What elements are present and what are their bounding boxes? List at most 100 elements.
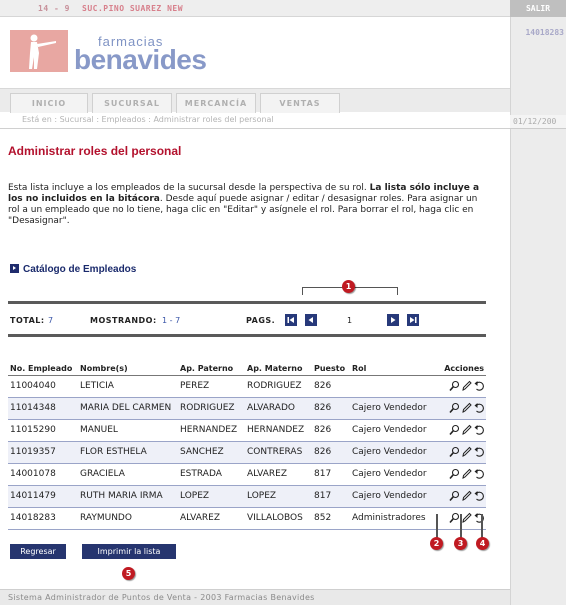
unassign-icon[interactable] <box>473 424 484 436</box>
cell-maternal: ALVARADO <box>245 397 312 420</box>
footer: Sistema Administrador de Puntos de Venta… <box>0 589 510 605</box>
divider-bottom <box>8 334 486 337</box>
table-row: 11019357 FLOR ESTHELA SANCHEZ CONTRERAS 826 C… <box>8 441 486 464</box>
callout-badge-1: 1 <box>342 280 355 293</box>
cell-paternal: ALVAREZ <box>178 507 245 530</box>
table-row: 14001078 GRACIELA ESTRADA ALVAREZ 817 Cajero … <box>8 463 486 486</box>
cell-paternal: ESTRADA <box>178 463 245 486</box>
cell-employee-num: 14011479 <box>8 485 78 508</box>
cell-role: Cajero Vendedor <box>350 419 430 442</box>
cell-maternal: LOPEZ <box>245 485 312 508</box>
callout-badge-5: 5 <box>122 567 135 580</box>
cell-paternal: LOPEZ <box>178 485 245 508</box>
top-bar: 14 - 9 SUC.PINO SUAREZ NEW SALIR <box>0 0 566 17</box>
view-icon[interactable] <box>449 380 460 392</box>
last-page-button[interactable] <box>407 314 419 326</box>
edit-icon[interactable] <box>461 490 472 502</box>
cell-employee-num: 14001078 <box>8 463 78 486</box>
tab-mercancia[interactable]: MERCANCÍA <box>176 93 256 113</box>
next-page-button[interactable] <box>387 314 399 326</box>
edit-icon[interactable] <box>461 380 472 392</box>
view-icon[interactable] <box>449 490 460 502</box>
tab-sucursal[interactable]: SUCURSAL <box>92 93 172 113</box>
employees-table: No. Empleado Nombre(s) Ap. Paterno Ap. M… <box>8 350 486 530</box>
print-list-button[interactable]: Imprimir la lista <box>82 544 176 559</box>
prev-page-button[interactable] <box>305 314 317 326</box>
cell-name: FLOR ESTHELA <box>78 441 178 464</box>
table-row: 11015290 MANUEL HERNANDEZ HERNANDEZ 826 Cajer… <box>8 419 486 442</box>
cell-name: RUTH MARIA IRMA <box>78 485 178 508</box>
cell-name: GRACIELA <box>78 463 178 486</box>
cell-paternal: SANCHEZ <box>178 441 245 464</box>
table-row: 11004040 LETICIA PEREZ RODRIGUEZ 826 <box>8 375 486 398</box>
col-header-rol: Rol <box>350 350 430 376</box>
cell-name: MARIA DEL CARMEN <box>78 397 178 420</box>
callout-2-line <box>436 514 438 538</box>
callout-badge-4: 4 <box>476 537 489 550</box>
store-number: 14 - 9 <box>38 4 70 13</box>
unassign-icon[interactable] <box>473 380 484 392</box>
edit-icon[interactable] <box>461 446 472 458</box>
first-page-icon <box>287 317 294 323</box>
view-icon[interactable] <box>449 424 460 436</box>
cell-employee-num: 14018283 <box>8 507 78 530</box>
col-header-puesto: Puesto <box>312 350 350 376</box>
cell-employee-num: 11014348 <box>8 397 78 420</box>
tab-inicio[interactable]: INICIO <box>10 93 88 113</box>
logo: farmacias benavides <box>10 30 230 78</box>
cell-position: 852 <box>312 507 350 530</box>
cell-role: Administradores <box>350 507 430 530</box>
col-header-mat: Ap. Materno <box>245 350 312 376</box>
store-name: SUC.PINO SUAREZ NEW <box>82 4 184 13</box>
cell-maternal: RODRIGUEZ <box>245 375 312 398</box>
table-header-row: No. Empleado Nombre(s) Ap. Paterno Ap. M… <box>8 350 486 376</box>
edit-icon[interactable] <box>461 512 472 524</box>
logo-figure-icon <box>29 34 56 69</box>
pages-label: PAGS. <box>246 316 276 325</box>
cell-paternal: RODRIGUEZ <box>178 397 245 420</box>
cell-actions <box>430 463 486 486</box>
unassign-icon[interactable] <box>473 446 484 458</box>
edit-icon[interactable] <box>461 468 472 480</box>
description-intro: Esta lista incluye a los empleados de la… <box>8 183 370 193</box>
cell-position: 817 <box>312 485 350 508</box>
pager: TOTAL: 7 MOSTRANDO: 1 - 7 PAGS. 1 <box>10 313 486 329</box>
col-header-actions: Acciones <box>430 350 486 376</box>
col-header-pat: Ap. Paterno <box>178 350 245 376</box>
last-page-icon <box>410 317 417 323</box>
edit-icon[interactable] <box>461 424 472 436</box>
logo-text-bottom: benavides <box>74 44 207 75</box>
cell-position: 817 <box>312 463 350 486</box>
table-row: 11014348 MARIA DEL CARMEN RODRIGUEZ ALVARAD… <box>8 397 486 420</box>
cell-name: LETICIA <box>78 375 178 398</box>
edit-icon[interactable] <box>461 402 472 414</box>
unassign-icon[interactable] <box>473 402 484 414</box>
unassign-icon[interactable] <box>473 468 484 480</box>
current-page: 1 <box>347 316 353 325</box>
page-description: Esta lista incluye a los empleados de la… <box>8 183 488 227</box>
current-date: 01/12/200 <box>510 115 566 129</box>
view-icon[interactable] <box>449 446 460 458</box>
main-nav: INICIO SUCURSAL MERCANCÍA VENTAS <box>0 88 510 113</box>
tab-ventas[interactable]: VENTAS <box>260 93 340 113</box>
cell-maternal: ALVAREZ <box>245 463 312 486</box>
logout-button[interactable]: SALIR <box>510 0 566 17</box>
cell-role: Cajero Vendedor <box>350 441 430 464</box>
view-icon[interactable] <box>449 468 460 480</box>
view-icon[interactable] <box>449 512 460 524</box>
showing-label: MOSTRANDO: <box>90 316 157 325</box>
cell-actions <box>430 397 486 420</box>
col-header-num: No. Empleado <box>8 350 78 376</box>
showing-value: 1 - 7 <box>162 316 181 325</box>
next-page-icon <box>391 317 396 323</box>
cell-paternal: PEREZ <box>178 375 245 398</box>
first-page-button[interactable] <box>285 314 297 326</box>
cell-maternal: CONTRERAS <box>245 441 312 464</box>
unassign-icon[interactable] <box>473 490 484 502</box>
cell-employee-num: 11015290 <box>8 419 78 442</box>
back-button[interactable]: Regresar <box>10 544 66 559</box>
view-icon[interactable] <box>449 402 460 414</box>
divider-top <box>8 301 486 304</box>
cell-position: 826 <box>312 397 350 420</box>
callout-4-line <box>481 514 483 538</box>
